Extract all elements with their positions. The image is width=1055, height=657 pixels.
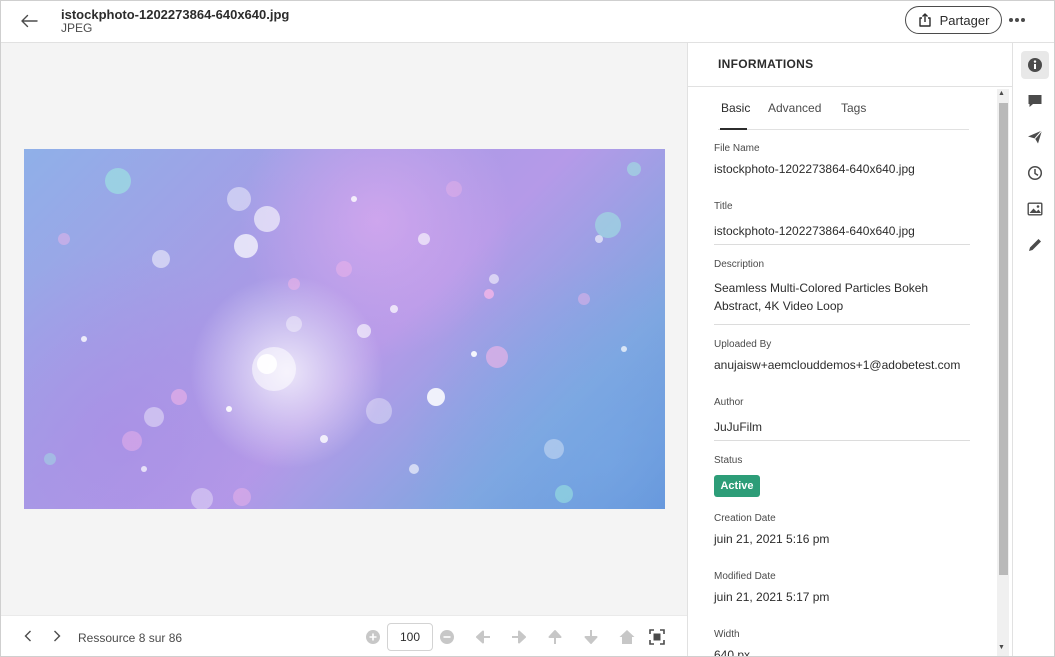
send-icon <box>1028 130 1043 144</box>
field-value-width: 640 px <box>714 648 751 657</box>
field-label-width: Width <box>714 629 740 640</box>
informations-panel: INFORMATIONS Basic Advanced Tags File Na… <box>687 43 1012 657</box>
file-title: istockphoto-1202273864-640x640.jpg <box>61 7 290 22</box>
header-bar: istockphoto-1202273864-640x640.jpg JPEG … <box>1 1 1054 43</box>
field-label-uploaded-by: Uploaded By <box>714 339 772 350</box>
pencil-icon <box>1029 239 1041 251</box>
field-label-description: Description <box>714 259 765 270</box>
chevron-right-icon <box>54 630 61 642</box>
arrow-down-icon <box>584 630 598 644</box>
zoom-level-input[interactable] <box>387 623 433 651</box>
rail-comments-button[interactable] <box>1021 87 1049 115</box>
field-value-modified-date: juin 21, 2021 5:17 pm <box>714 590 830 604</box>
rail-info-button[interactable] <box>1021 51 1049 79</box>
author-field-underline <box>714 440 970 441</box>
home-icon <box>619 630 635 644</box>
asset-preview-image[interactable] <box>24 149 665 509</box>
fullscreen-icon <box>649 629 665 645</box>
rail-send-button[interactable] <box>1021 123 1049 151</box>
image-icon <box>1027 202 1043 216</box>
panel-scrollbar-thumb[interactable] <box>999 103 1008 575</box>
info-tabs: Basic Advanced Tags <box>718 99 969 130</box>
status-badge: Active <box>714 475 760 497</box>
field-value-author[interactable]: JuJuFilm <box>714 418 970 436</box>
rail-edit-button[interactable] <box>1021 231 1049 259</box>
arrow-right-icon <box>512 630 526 644</box>
reset-view-button[interactable] <box>618 628 636 646</box>
image-viewer <box>1 43 687 615</box>
arrow-left-icon <box>476 630 490 644</box>
pan-down-button[interactable] <box>582 628 600 646</box>
pan-up-button[interactable] <box>546 628 564 646</box>
field-label-creation-date: Creation Date <box>714 513 776 524</box>
field-label-modified-date: Modified Date <box>714 571 776 582</box>
title-field-underline <box>714 244 970 245</box>
file-type: JPEG <box>61 21 93 35</box>
back-button[interactable] <box>17 9 41 33</box>
chevron-left-icon <box>24 630 31 642</box>
info-icon <box>1028 58 1042 72</box>
pan-left-button[interactable] <box>474 628 492 646</box>
history-icon <box>1027 165 1043 181</box>
zoom-out-button[interactable] <box>439 629 455 645</box>
field-label-author: Author <box>714 397 744 408</box>
description-field-underline <box>714 324 970 325</box>
share-icon <box>918 13 931 27</box>
share-button[interactable]: Partager <box>905 6 1002 34</box>
panel-divider <box>688 86 1012 87</box>
active-tab-indicator <box>720 128 747 130</box>
tab-basic[interactable]: Basic <box>721 101 750 115</box>
fullscreen-button[interactable] <box>648 628 666 646</box>
ellipsis-icon <box>1009 18 1025 22</box>
field-value-title[interactable]: istockphoto-1202273864-640x640.jpg <box>714 222 970 240</box>
comment-icon <box>1028 95 1042 107</box>
arrow-left-icon <box>21 14 38 28</box>
previous-resource-button[interactable] <box>21 628 35 644</box>
asset-details-window: istockphoto-1202273864-640x640.jpg JPEG … <box>0 0 1055 657</box>
rail-history-button[interactable] <box>1021 159 1049 187</box>
panel-title: INFORMATIONS <box>718 57 814 71</box>
field-value-uploaded-by: anujaisw+aemclouddemos+1@adobetest.com <box>714 358 961 372</box>
resource-counter: Ressource 8 sur 86 <box>78 631 183 645</box>
next-resource-button[interactable] <box>50 628 64 644</box>
zoom-in-button[interactable] <box>365 629 381 645</box>
field-label-file-name: File Name <box>714 143 760 154</box>
rail-renditions-button[interactable] <box>1021 195 1049 223</box>
field-value-description[interactable]: Seamless Multi-Colored Particles Bokeh A… <box>714 279 970 315</box>
tab-tags[interactable]: Tags <box>841 101 866 115</box>
scroll-down-icon[interactable]: ▼ <box>998 644 1005 651</box>
right-rail <box>1012 43 1054 656</box>
more-actions-button[interactable] <box>1007 9 1027 31</box>
scroll-up-icon[interactable]: ▲ <box>998 90 1005 97</box>
field-value-file-name: istockphoto-1202273864-640x640.jpg <box>714 162 915 176</box>
zoom-out-icon <box>440 630 454 644</box>
field-label-status: Status <box>714 455 743 466</box>
share-label: Partager <box>939 12 990 28</box>
bokeh-image-graphic <box>44 162 641 509</box>
field-value-creation-date: juin 21, 2021 5:16 pm <box>714 532 830 546</box>
viewer-toolbar: Ressource 8 sur 86 <box>1 615 687 656</box>
field-label-title: Title <box>714 201 733 212</box>
pan-right-button[interactable] <box>510 628 528 646</box>
arrow-up-icon <box>548 630 562 644</box>
tab-advanced[interactable]: Advanced <box>768 101 821 115</box>
zoom-in-icon <box>366 630 380 644</box>
